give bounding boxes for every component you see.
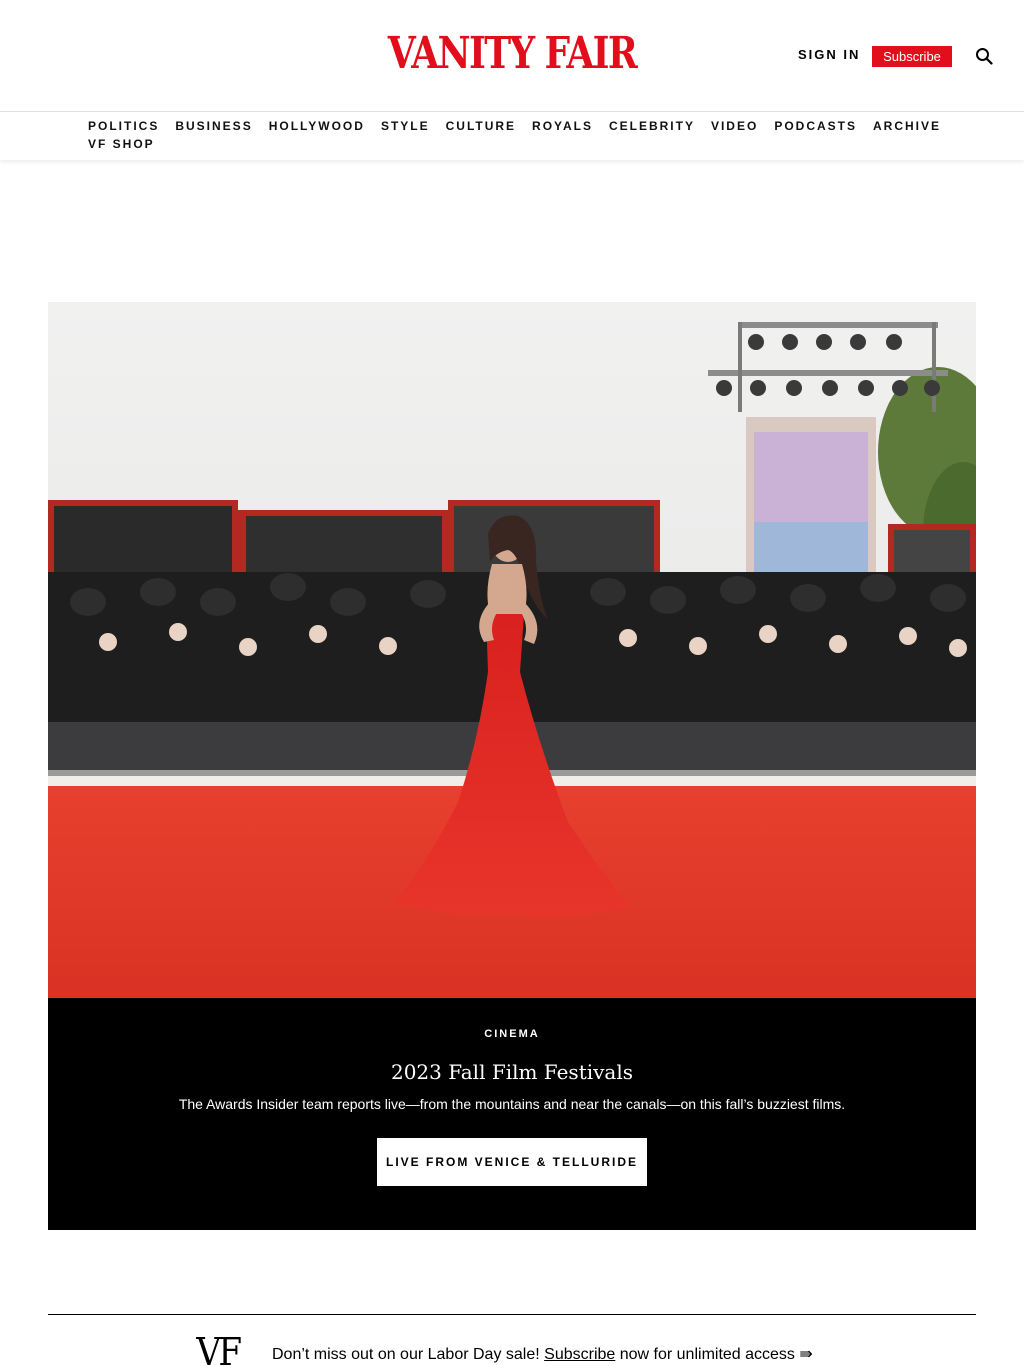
nav-row: POLITICS BUSINESS HOLLYWOOD STYLE CULTUR… [88, 119, 957, 133]
promo-text-before: Don’t miss out on our Labor Day sale! [272, 1346, 545, 1363]
live-coverage-button[interactable]: LIVE FROM VENICE & TELLURIDE [377, 1138, 647, 1186]
main-navigation: POLITICS BUSINESS HOLLYWOOD STYLE CULTUR… [0, 112, 1024, 160]
nav-item-royals[interactable]: ROYALS [532, 119, 593, 133]
hero-feature: CINEMA 2023 Fall Film Festivals The Awar… [48, 302, 976, 1230]
promo-text-after: now for unlimited access ⇛ [615, 1346, 813, 1363]
hero-headline[interactable]: 2023 Fall Film Festivals [48, 1060, 976, 1084]
hero-caption: CINEMA 2023 Fall Film Festivals The Awar… [48, 998, 976, 1230]
subscribe-button[interactable]: Subscribe [872, 46, 952, 67]
nav-item-celebrity[interactable]: CELEBRITY [609, 119, 695, 133]
vf-logo-mark: VF [196, 1330, 242, 1366]
red-carpet-photo [48, 302, 976, 998]
promo-banner: Don’t miss out on our Labor Day sale! Su… [272, 1344, 813, 1364]
nav-item-business[interactable]: BUSINESS [175, 119, 252, 133]
promo-subscribe-link[interactable]: Subscribe [544, 1346, 615, 1363]
hero-image[interactable] [48, 302, 976, 998]
nav-item-video[interactable]: VIDEO [711, 119, 758, 133]
nav-item-hollywood[interactable]: HOLLYWOOD [269, 119, 365, 133]
nav-item-style[interactable]: STYLE [381, 119, 430, 133]
nav-item-vf-shop[interactable]: VF SHOP [88, 137, 155, 151]
nav-row: VF SHOP [88, 137, 171, 151]
nav-item-politics[interactable]: POLITICS [88, 119, 159, 133]
hero-kicker[interactable]: CINEMA [48, 1028, 976, 1040]
divider [48, 1314, 976, 1315]
search-icon[interactable] [975, 47, 993, 65]
sign-in-link[interactable]: SIGN IN [798, 47, 860, 62]
nav-item-podcasts[interactable]: PODCASTS [774, 119, 857, 133]
nav-item-culture[interactable]: CULTURE [446, 119, 516, 133]
nav-item-archive[interactable]: ARCHIVE [873, 119, 941, 133]
site-header: VANITY FAIR SIGN IN Subscribe [0, 0, 1024, 112]
hero-dek: The Awards Insider team reports live—fro… [178, 1096, 846, 1112]
